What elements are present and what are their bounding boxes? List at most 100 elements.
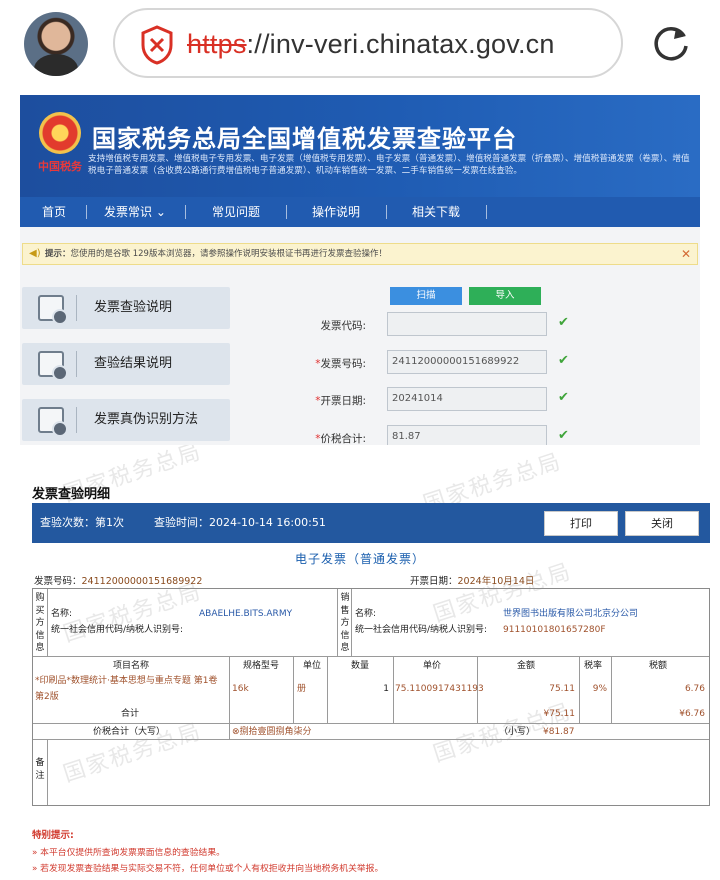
field-label-text: 发票号码: — [320, 358, 366, 370]
row-divider — [33, 739, 709, 740]
url-scheme: https — [187, 29, 247, 59]
col-divider — [47, 589, 48, 656]
verification-site: 中国税务 国家税务总局全国增值税发票查验平台 支持增值税专用发票、增值税电子专用… — [20, 95, 700, 445]
emblem-caption: 中国税务 — [38, 160, 82, 173]
speaker-icon: ◀) — [29, 248, 41, 259]
invoice-code-label: 发票代码: — [270, 318, 366, 333]
seller-side-label: 销售方信息 — [340, 593, 350, 653]
col-divider — [327, 656, 328, 723]
card-divider — [76, 295, 77, 321]
print-button[interactable]: 打印 — [544, 511, 618, 536]
close-icon[interactable]: ✕ — [681, 244, 691, 264]
col-divider — [393, 656, 394, 723]
invoice-number: 发票号码：24112000000151689922 — [34, 573, 202, 587]
item-amount: 75.11 — [549, 684, 575, 694]
tips-title: 特别提示: — [32, 830, 74, 841]
national-emblem-icon — [39, 112, 81, 154]
subtotal-amount: ¥75.11 — [543, 709, 576, 719]
col-header: 数量 — [351, 661, 370, 671]
total-upper-label: 价税合计（大写） — [93, 727, 166, 737]
nav-downloads[interactable]: 相关下载 — [404, 197, 468, 227]
url-host: ://inv-veri.chinatax.gov.cn — [246, 29, 555, 59]
detail-title: 发票查验明细 — [32, 487, 111, 502]
scan-button[interactable]: 扫描 — [390, 287, 462, 305]
issue-date-value: 2024年10月14日 — [457, 576, 535, 587]
shield-document-icon — [38, 407, 68, 437]
check-icon: ✔ — [558, 315, 569, 330]
field-label-text: 价税合计: — [320, 433, 366, 445]
main-nav: 首页 发票常识 ⌄ 常见问题 操作说明 相关下载 — [20, 197, 700, 227]
item-name-line2: 第2版 — [35, 692, 59, 702]
detail-header-bar: 查验次数：第1次 查验时间：2024-10-14 16:00:51 打印 关闭 — [32, 503, 710, 543]
col-divider — [47, 739, 48, 805]
chevron-down-icon: ⌄ — [155, 205, 166, 219]
issue-date: 开票日期：2024年10月14日 — [410, 573, 534, 587]
check-icon: ✔ — [558, 353, 569, 368]
invoice-number-value: 24112000000151689922 — [81, 576, 203, 587]
seller-credit-label: 统一社会信用代码/纳税人识别号: — [355, 625, 488, 635]
invoice-number-label: *发票号码: — [270, 356, 366, 371]
col-divider — [293, 656, 294, 723]
issue-date-label: *开票日期: — [270, 393, 366, 408]
col-divider — [611, 656, 612, 723]
row-divider — [33, 656, 709, 657]
col-header: 税率 — [584, 661, 603, 671]
total-amount-input[interactable]: 81.87 — [387, 425, 547, 445]
issue-date-label: 开票日期： — [410, 576, 458, 587]
check-icon: ✔ — [558, 428, 569, 443]
buyer-side-label: 购买方信息 — [35, 593, 45, 653]
tip-item: » 若发现发票查验结果与实际交易不符，任何单位或个人有权拒收并向当地税务机关举报… — [32, 864, 384, 874]
browser-notice: ◀) 提示：您使用的是谷歌 129版本浏览器，请参照操作说明安装根证书再进行发票… — [22, 243, 698, 265]
remark-label: 备注 — [35, 758, 45, 781]
card-divider — [76, 407, 77, 433]
nav-faq[interactable]: 常见问题 — [204, 197, 268, 227]
invoice-type: 电子发票（普通发票） — [294, 552, 425, 566]
nav-home[interactable]: 首页 — [28, 197, 80, 227]
nav-divider — [386, 205, 387, 219]
item-tax: 6.76 — [684, 684, 705, 694]
issue-date-input[interactable]: 20241014 — [387, 387, 547, 411]
buyer-credit-label: 统一社会信用代码/纳税人识别号: — [51, 625, 184, 635]
side-card-authenticity[interactable]: 发票真伪识别方法 — [22, 399, 230, 441]
check-time: 查验时间：2024-10-14 16:00:51 — [154, 516, 326, 529]
nav-instructions[interactable]: 操作说明 — [304, 197, 368, 227]
col-divider — [229, 723, 230, 739]
import-button[interactable]: 导入 — [469, 287, 541, 305]
item-spec: 16k — [232, 684, 249, 694]
col-header: 税额 — [649, 661, 668, 671]
reload-icon[interactable] — [648, 20, 694, 66]
item-name: *印刷品*数理统计·基本思想与重点专题 第1卷 — [35, 676, 218, 686]
tip-item: » 本平台仅提供所查询发票票面信息的查验结果。 — [32, 848, 225, 858]
invoice-table: 购买方信息 名称: ABAELHE.BITS.ARMY 统一社会信用代码/纳税人… — [32, 588, 710, 806]
seller-name-label: 名称: — [355, 609, 377, 619]
side-card-result-guide[interactable]: 查验结果说明 — [22, 343, 230, 385]
buyer-name: ABAELHE.BITS.ARMY — [199, 609, 293, 619]
insecure-shield-icon[interactable] — [139, 25, 175, 65]
search-document-icon — [38, 295, 68, 325]
item-price: 75.1100917431193 — [395, 684, 484, 694]
col-header: 金额 — [517, 661, 536, 671]
invoice-code-input[interactable] — [387, 312, 547, 336]
address-bar[interactable]: https://inv-veri.chinatax.gov.cn — [113, 8, 623, 78]
nav-divider — [286, 205, 287, 219]
invoice-number-input[interactable]: 24112000000151689922 — [387, 350, 547, 374]
seller-credit: 91110101801657280F — [503, 625, 606, 635]
col-header: 单价 — [423, 661, 442, 671]
url-text[interactable]: https://inv-veri.chinatax.gov.cn — [187, 26, 555, 62]
total-lower: ¥81.87 — [543, 727, 575, 737]
col-header: 项目名称 — [113, 661, 150, 671]
item-unit: 册 — [297, 684, 307, 694]
col-divider — [229, 656, 230, 723]
notice-text: 提示：您使用的是谷歌 129版本浏览器，请参照操作说明安装根证书再进行发票查验操… — [45, 244, 387, 264]
side-card-check-guide[interactable]: 发票查验说明 — [22, 287, 230, 329]
card-divider — [76, 351, 77, 377]
col-header: 单位 — [303, 661, 322, 671]
total-lower-label: （小写） — [499, 727, 536, 737]
nav-invoice-knowledge[interactable]: 发票常识 ⌄ — [104, 197, 166, 227]
profile-avatar[interactable] — [24, 12, 88, 76]
nav-divider — [86, 205, 87, 219]
close-button[interactable]: 关闭 — [625, 511, 699, 536]
nav-divider — [185, 205, 186, 219]
col-divider — [579, 656, 580, 723]
total-upper: ⊗捌拾壹圆捌角柒分 — [232, 727, 312, 737]
